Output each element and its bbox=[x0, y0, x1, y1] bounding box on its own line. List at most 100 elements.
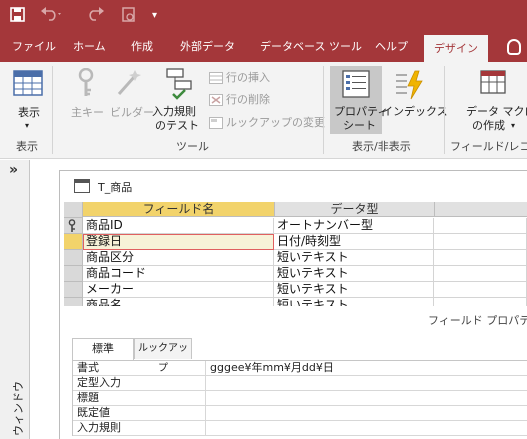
insert-rows-label: 行の挿入 bbox=[226, 71, 270, 84]
table-row-selected[interactable]: 登録日 日付/時刻型 bbox=[64, 234, 527, 250]
description-cell[interactable] bbox=[434, 298, 527, 306]
data-type-cell[interactable]: オートナンバー型 bbox=[274, 218, 434, 234]
grid-corner[interactable] bbox=[64, 202, 83, 218]
delete-rows-icon bbox=[209, 94, 223, 106]
primary-key-icon bbox=[68, 219, 76, 232]
customize-qat-chevron-icon[interactable]: ▾ bbox=[152, 7, 157, 25]
tab-file[interactable]: ファイル bbox=[12, 32, 56, 62]
field-record-group-label: フィールド/レコー bbox=[450, 140, 527, 153]
data-type-cell[interactable]: 日付/時刻型 bbox=[274, 234, 434, 250]
description-cell[interactable] bbox=[434, 234, 527, 250]
view-group-label: 表示 bbox=[16, 140, 38, 153]
field-properties-label: フィールド プロパティ bbox=[428, 314, 527, 327]
property-name: 既定値 bbox=[72, 406, 206, 421]
row-selector[interactable] bbox=[64, 282, 83, 298]
test-validation-label-1: 入力規則 bbox=[152, 105, 196, 118]
property-value[interactable] bbox=[207, 376, 210, 391]
field-name-cell[interactable]: メーカー bbox=[83, 282, 274, 298]
property-sheet-icon bbox=[342, 70, 370, 101]
property-value[interactable] bbox=[207, 421, 210, 436]
table-icon bbox=[74, 179, 90, 193]
property-row[interactable]: 定型入力 bbox=[72, 376, 527, 391]
table-row[interactable]: メーカー 短いテキスト bbox=[64, 282, 527, 298]
field-name-cell[interactable]: 商品名 bbox=[83, 298, 274, 306]
create-data-macros-label-2: の作成 bbox=[472, 119, 505, 132]
field-name-cell[interactable]: 商品区分 bbox=[83, 250, 274, 266]
table-row[interactable]: 商品名 短いテキスト bbox=[64, 298, 527, 306]
ribbon-separator bbox=[444, 66, 445, 154]
tab-help[interactable]: ヘルプ bbox=[375, 32, 408, 62]
data-macro-icon bbox=[480, 70, 510, 103]
ribbon-separator bbox=[52, 66, 53, 154]
data-type-cell[interactable]: 短いテキスト bbox=[274, 282, 434, 298]
modify-lookups-icon bbox=[209, 117, 223, 129]
ribbon-tabs: ファイル ホーム 作成 外部データ データベース ツール ヘルプ デザイン bbox=[0, 32, 527, 62]
property-sheet-label-1: プロパティ bbox=[334, 105, 389, 118]
tab-home[interactable]: ホーム bbox=[73, 32, 106, 62]
table-row[interactable]: 商品区分 短いテキスト bbox=[64, 250, 527, 266]
data-type-cell[interactable]: 短いテキスト bbox=[274, 266, 434, 282]
save-icon[interactable] bbox=[10, 7, 25, 28]
tools-group-label: ツール bbox=[176, 140, 209, 153]
tab-database-tools[interactable]: データベース ツール bbox=[260, 32, 362, 62]
property-name: 入力規則 bbox=[72, 421, 206, 436]
test-validation-label-2: のテスト bbox=[155, 119, 199, 132]
column-header-description[interactable] bbox=[434, 202, 527, 217]
ribbon-separator bbox=[323, 66, 324, 154]
undo-icon[interactable] bbox=[40, 7, 62, 27]
tab-design[interactable]: デザイン bbox=[424, 35, 488, 62]
show-hide-group-label: 表示/非表示 bbox=[352, 140, 411, 153]
table-row[interactable]: 商品コード 短いテキスト bbox=[64, 266, 527, 282]
view-dropdown-chevron-icon: ▾ bbox=[25, 121, 30, 130]
row-selector[interactable] bbox=[64, 218, 83, 234]
datasheet-view-icon bbox=[13, 70, 43, 99]
indexes-lightning-icon bbox=[395, 70, 425, 103]
field-name-cell[interactable]: 登録日 bbox=[83, 234, 274, 250]
primary-key-label: 主キー bbox=[71, 106, 104, 119]
property-row[interactable]: 入力規則 bbox=[72, 421, 527, 436]
expand-nav-chevron-icon[interactable]: » bbox=[9, 162, 18, 178]
tab-general[interactable]: 標準 bbox=[72, 338, 134, 360]
property-row[interactable]: 標題 bbox=[72, 391, 527, 406]
view-button-label: 表示 bbox=[18, 106, 40, 119]
redo-icon[interactable] bbox=[86, 7, 108, 27]
view-icon[interactable] bbox=[122, 7, 136, 29]
tab-external-data[interactable]: 外部データ bbox=[180, 32, 235, 62]
field-name-cell[interactable]: 商品コード bbox=[83, 266, 274, 282]
create-data-macros-chevron-icon: ▾ bbox=[511, 121, 516, 130]
property-row[interactable]: 既定値 bbox=[72, 406, 527, 421]
row-selector[interactable] bbox=[64, 234, 83, 250]
field-properties-grid: 書式 gggee¥年mm¥月dd¥日 定型入力 標題 既定値 入力規則 bbox=[72, 360, 527, 439]
test-validation-icon bbox=[165, 67, 193, 104]
column-header-field-name[interactable]: フィールド名 bbox=[83, 202, 274, 217]
nav-pane-vertical-label: ウィンドウ bbox=[12, 381, 25, 436]
document-title: T_商品 bbox=[98, 181, 133, 194]
description-cell[interactable] bbox=[434, 282, 527, 298]
row-selector[interactable] bbox=[64, 298, 83, 306]
data-type-cell[interactable]: 短いテキスト bbox=[274, 250, 434, 266]
description-cell[interactable] bbox=[434, 218, 527, 234]
row-selector[interactable] bbox=[64, 266, 83, 282]
table-row[interactable]: 商品ID オートナンバー型 bbox=[64, 218, 527, 234]
description-cell[interactable] bbox=[434, 250, 527, 266]
property-name: 標題 bbox=[72, 391, 206, 406]
insert-rows-icon bbox=[209, 72, 223, 84]
property-row[interactable]: 書式 gggee¥年mm¥月dd¥日 bbox=[72, 361, 527, 376]
property-value[interactable]: gggee¥年mm¥月dd¥日 bbox=[207, 361, 334, 376]
property-sheet-button[interactable]: プロパティ シート bbox=[330, 66, 388, 134]
tab-lookup[interactable]: ルックアップ bbox=[134, 338, 192, 374]
tab-create[interactable]: 作成 bbox=[131, 32, 153, 62]
ribbon: 表示 ▾ 表示 主キー ビルダー 入力規則 のテスト 行の挿入 行の削除 ルック… bbox=[0, 62, 527, 159]
property-value[interactable] bbox=[207, 406, 210, 421]
column-header-data-type[interactable]: データ型 bbox=[274, 202, 434, 217]
row-selector[interactable] bbox=[64, 250, 83, 266]
builder-wand-icon bbox=[115, 68, 143, 101]
description-cell[interactable] bbox=[434, 266, 527, 282]
field-name-cell[interactable]: 商品ID bbox=[83, 218, 274, 234]
property-name: 書式 bbox=[72, 361, 206, 376]
indexes-label: インデックス bbox=[382, 105, 448, 118]
property-value[interactable] bbox=[207, 391, 210, 406]
data-type-cell[interactable]: 短いテキスト bbox=[274, 298, 434, 306]
tell-me-lightbulb-icon[interactable] bbox=[507, 39, 521, 55]
field-grid: フィールド名 データ型 商品ID オートナンバー型 登録日 日付/時刻型 商品区… bbox=[64, 202, 527, 306]
